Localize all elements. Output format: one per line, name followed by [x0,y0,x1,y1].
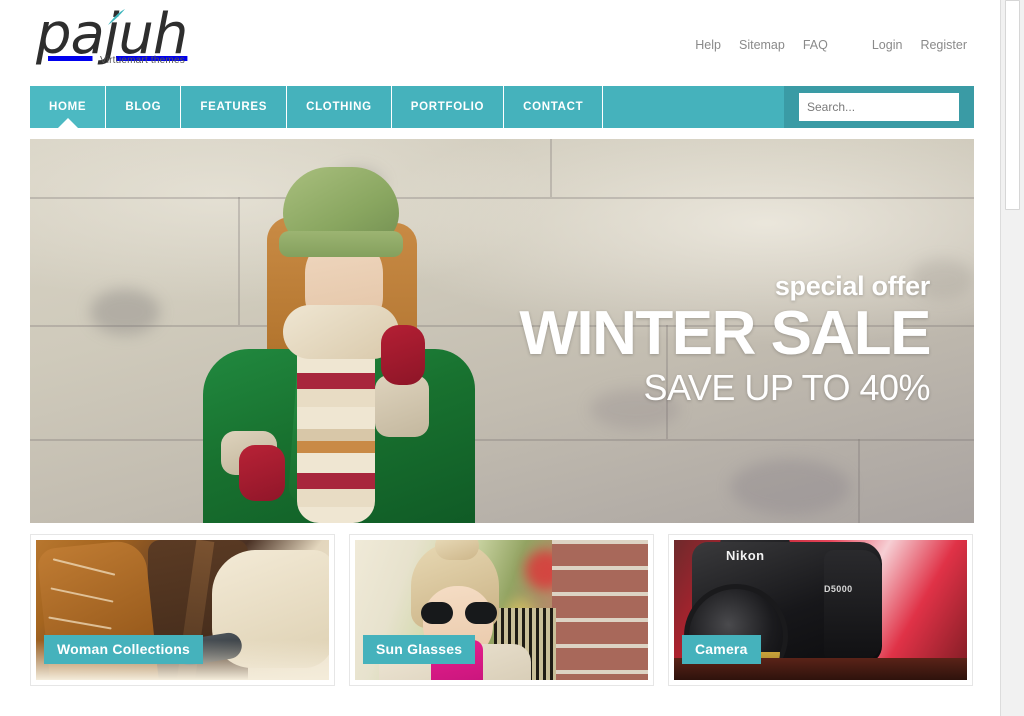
nav-menu: HOME BLOG FEATURES CLOTHING PORTFOLIO CO… [30,86,604,129]
main-navigation: HOME BLOG FEATURES CLOTHING PORTFOLIO CO… [30,86,974,129]
promo-card-camera[interactable]: Nikon D5000 Camera [668,534,973,686]
camera-brand-label: Nikon [726,548,765,563]
site-content: pajuh Virtuemart themes Help Sitemap FAQ… [0,0,1000,716]
active-nav-arrow-icon [56,118,79,129]
site-header: pajuh Virtuemart themes Help Sitemap FAQ… [0,0,1000,86]
top-link-register[interactable]: Register [911,38,976,52]
top-link-help[interactable]: Help [686,38,730,52]
top-link-faq[interactable]: FAQ [794,38,837,52]
hero-model-figure [175,139,505,523]
top-link-login[interactable]: Login [863,38,912,52]
promo-card-caption: Woman Collections [44,635,204,664]
top-utility-links: Help Sitemap FAQ Login Register [686,38,976,52]
promo-card-photo: Nikon D5000 Camera [674,540,967,680]
logo-swoosh-icon [108,9,125,25]
nav-item-label: BLOG [125,101,162,113]
nav-item-label: CONTACT [523,101,584,113]
scrollbar-thumb[interactable] [1005,0,1020,210]
promo-card-photo: Woman Collections [36,540,329,680]
promo-card-row: Woman Collections Sun Glasses Nikon D500… [30,534,974,686]
nav-item-label: PORTFOLIO [410,101,485,113]
nav-item-label: FEATURES [200,101,268,113]
promo-card-caption: Sun Glasses [363,635,476,664]
promo-card-woman-collections[interactable]: Woman Collections [30,534,335,686]
nav-item-blog[interactable]: BLOG [106,86,182,128]
top-link-sitemap[interactable]: Sitemap [730,38,794,52]
camera-model-label: D5000 [824,584,853,594]
nav-item-contact[interactable]: CONTACT [504,86,604,128]
sunglasses-icon [421,602,497,624]
nav-item-label: CLOTHING [306,101,372,113]
hero-photo [30,139,974,523]
nav-item-clothing[interactable]: CLOTHING [287,86,392,128]
nav-item-home[interactable]: HOME [30,86,107,129]
nav-item-label: HOME [49,101,87,113]
search-area [784,86,974,128]
search-input[interactable] [799,93,959,121]
promo-card-sun-glasses[interactable]: Sun Glasses [349,534,654,686]
logo-tagline: Virtuemart themes [100,55,185,66]
page-root: pajuh Virtuemart themes Help Sitemap FAQ… [0,0,1024,716]
site-logo[interactable]: pajuh Virtuemart themes [36,6,266,76]
promo-card-photo: Sun Glasses [355,540,648,680]
nav-item-portfolio[interactable]: PORTFOLIO [392,86,505,128]
promo-card-caption: Camera [682,635,761,664]
nav-item-features[interactable]: FEATURES [181,86,288,128]
hero-banner[interactable]: special offer WINTER SALE SAVE UP TO 40% [30,139,974,523]
page-scrollbar[interactable] [1000,0,1024,716]
